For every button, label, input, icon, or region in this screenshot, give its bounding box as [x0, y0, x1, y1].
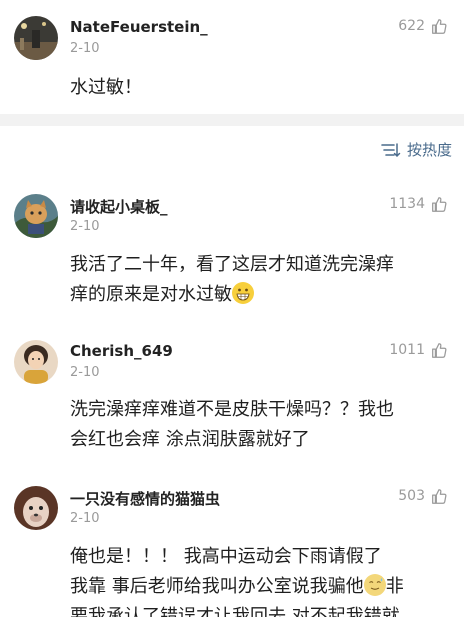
avatar[interactable] — [14, 340, 58, 384]
comment-item: 请收起小桌板_ 2-10 1134 我活了二十年，看了这层才知道洗完澡痒 痒的原… — [0, 178, 464, 328]
like-button[interactable]: 503 — [398, 487, 448, 505]
sort-label: 按热度 — [406, 141, 452, 159]
comment-line-text: 非 — [385, 576, 404, 597]
grinning-emoji — [232, 282, 254, 304]
comment-line: 我靠 事后老师给我叫办公室说我骗他 非 — [70, 572, 454, 602]
comment-item: NateFeuerstein_ 2-10 622 水过敏！ — [0, 0, 464, 114]
comment-date: 2-10 — [70, 365, 100, 380]
sort-toggle[interactable]: 按热度 — [381, 139, 452, 160]
comment-text: 我活了二十年，看了这层才知道洗完澡痒 痒的原来是对水过敏 — [70, 250, 454, 310]
comment-item: 一只没有感情的猫猫虫 2-10 503 俺也是！！！ 我高中运动会下雨请假了 我… — [0, 470, 464, 617]
thumbs-up-icon — [432, 197, 447, 212]
comment-line: 我活了二十年，看了这层才知道洗完澡痒 — [70, 254, 394, 275]
comment-line: 水过敏！ — [70, 77, 142, 98]
avatar[interactable] — [14, 194, 58, 238]
like-button[interactable]: 1134 — [389, 195, 448, 213]
thumbs-up-icon — [432, 19, 447, 34]
comment-date: 2-10 — [70, 511, 100, 526]
comment-username[interactable]: Cherish_649 — [70, 342, 173, 360]
like-count: 1134 — [389, 196, 425, 212]
comment-line: 会红也会痒 涂点润肤露就好了 — [70, 429, 310, 450]
comment-item: Cherish_649 2-10 1011 洗完澡痒痒难道不是皮肤干燥吗？？我也… — [0, 324, 464, 474]
thumbs-up-icon — [432, 343, 447, 358]
comment-text: 洗完澡痒痒难道不是皮肤干燥吗？？我也 会红也会痒 涂点润肤露就好了 — [70, 395, 454, 455]
comment-username[interactable]: 一只没有感情的猫猫虫 — [70, 488, 220, 509]
comment-line: 俺也是！！！ 我高中运动会下雨请假了 — [70, 546, 382, 567]
section-divider — [0, 114, 464, 126]
comment-date: 2-10 — [70, 219, 100, 234]
like-button[interactable]: 622 — [398, 17, 448, 35]
comment-username[interactable]: 请收起小桌板_ — [70, 196, 168, 217]
comment-text: 水过敏！ — [70, 73, 454, 103]
sort-lines-icon — [381, 142, 401, 157]
comment-line-text: 痒的原来是对水过敏 — [70, 284, 232, 305]
avatar[interactable] — [14, 16, 58, 60]
like-count: 1011 — [389, 342, 425, 358]
comment-text: 俺也是！！！ 我高中运动会下雨请假了 我靠 事后老师给我叫办公室说我骗他 非 要… — [70, 542, 454, 617]
like-button[interactable]: 1011 — [389, 341, 448, 359]
awkward-smile-emoji — [363, 574, 386, 596]
comment-date: 2-10 — [70, 41, 100, 56]
like-count: 503 — [398, 488, 425, 504]
like-count: 622 — [398, 18, 425, 34]
comment-line-text: 我靠 事后老师给我叫办公室说我骗他 — [70, 576, 364, 597]
comment-username[interactable]: NateFeuerstein_ — [70, 18, 208, 36]
comment-line: 要我承认了错误才让我回去 对不起我错就 — [70, 606, 400, 617]
comment-line: 痒的原来是对水过敏 — [70, 280, 454, 310]
avatar[interactable] — [14, 486, 58, 530]
thumbs-up-icon — [432, 489, 447, 504]
comment-line: 洗完澡痒痒难道不是皮肤干燥吗？？我也 — [70, 399, 394, 420]
